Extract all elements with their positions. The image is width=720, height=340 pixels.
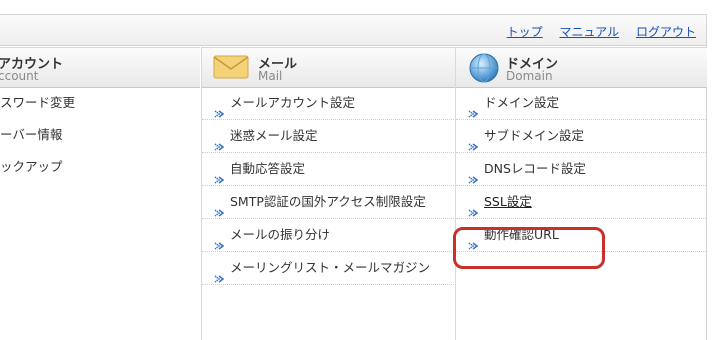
menu-item-label: 自動応答設定 — [230, 161, 306, 176]
top-link-logout[interactable]: ログアウト — [636, 25, 696, 39]
menu-item-label: ドメイン設定 — [484, 95, 560, 110]
arrow-icon — [214, 165, 225, 184]
menu-item-mail-account[interactable]: メールアカウント設定 — [202, 87, 454, 120]
menu-item-domain-settings[interactable]: ドメイン設定 — [456, 87, 706, 120]
account-menu: スワード変更 ーバー情報 ックアップ — [0, 87, 200, 183]
mail-column-header: メール Mail — [201, 47, 455, 88]
arrow-icon — [468, 132, 479, 151]
menu-item-label: メールアカウント設定 — [230, 95, 356, 110]
menu-item-label: DNSレコード設定 — [484, 161, 586, 176]
menu-item-dns-record-settings[interactable]: DNSレコード設定 — [456, 153, 706, 186]
menu-item-subdomain-settings[interactable]: サブドメイン設定 — [456, 120, 706, 153]
arrow-icon — [214, 99, 225, 118]
envelope-icon — [213, 54, 249, 84]
arrow-icon — [214, 132, 225, 151]
menu-item-label: SSL設定 — [484, 194, 532, 209]
menu-item-label: 迷惑メール設定 — [230, 128, 318, 143]
menu-item-server-info[interactable]: ーバー情報 — [0, 119, 200, 151]
top-link-home[interactable]: トップ — [507, 25, 543, 39]
menu-item-label: ーバー情報 — [0, 127, 63, 142]
menu-item-mail-filter[interactable]: メールの振り分け — [202, 219, 454, 252]
mail-subtitle: Mail — [258, 69, 283, 83]
arrow-icon — [214, 198, 225, 217]
menu-item-smtp-restriction[interactable]: SMTP認証の国外アクセス制限設定 — [202, 186, 454, 219]
domain-column-header: ドメイン Domain — [455, 47, 707, 88]
menu-item-spam[interactable]: 迷惑メール設定 — [202, 120, 454, 153]
menu-item-password-change[interactable]: スワード変更 — [0, 87, 200, 119]
mail-menu: メールアカウント設定 迷惑メール設定 自動応答設定 SMTP認証の国外アクセス制… — [202, 87, 454, 285]
menu-item-label: メーリングリスト・メールマガジン — [230, 260, 431, 275]
top-navigation-bar: トップ マニュアル ログアウト — [0, 14, 707, 46]
arrow-icon — [214, 264, 225, 283]
menu-item-label: サブドメイン設定 — [484, 128, 585, 143]
menu-item-label: ックアップ — [0, 159, 63, 174]
menu-item-auto-reply[interactable]: 自動応答設定 — [202, 153, 454, 186]
arrow-icon — [468, 165, 479, 184]
domain-subtitle: Domain — [506, 69, 553, 83]
arrow-icon — [468, 99, 479, 118]
menu-item-backup[interactable]: ックアップ — [0, 151, 200, 183]
account-column-header: アカウント ccount — [0, 47, 200, 88]
menu-item-label: メールの振り分け — [230, 227, 331, 242]
menu-item-mailing-list[interactable]: メーリングリスト・メールマガジン — [202, 252, 454, 285]
highlight-box — [453, 227, 605, 269]
top-link-manual[interactable]: マニュアル — [560, 25, 620, 39]
arrow-icon — [214, 231, 225, 250]
top-links: トップ マニュアル ログアウト — [494, 23, 696, 40]
menu-item-ssl-settings[interactable]: SSL設定 — [456, 186, 706, 219]
arrow-icon — [468, 198, 479, 217]
menu-item-label: スワード変更 — [0, 95, 76, 110]
globe-icon — [468, 52, 500, 88]
account-subtitle: ccount — [0, 69, 39, 83]
menu-item-label: SMTP認証の国外アクセス制限設定 — [230, 194, 426, 209]
